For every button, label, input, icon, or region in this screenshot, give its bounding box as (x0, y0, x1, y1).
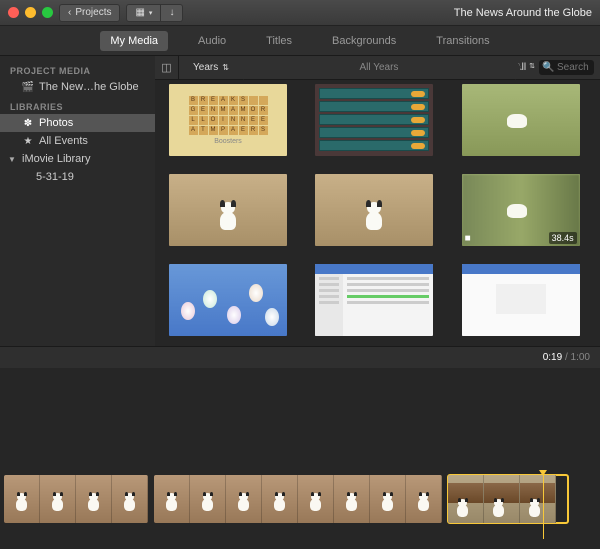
thumbnail-grass-dog[interactable] (462, 84, 580, 156)
close-button[interactable] (8, 7, 19, 18)
tab-titles[interactable]: Titles (256, 31, 302, 51)
tab-transitions[interactable]: Transitions (426, 31, 499, 51)
thumbnail-word-game[interactable]: BREAKS GENMAMOR LLOINNEE ATMPAERS Booste… (169, 84, 287, 156)
library-label: iMovie Library (22, 153, 90, 165)
event-label: 5-31-19 (36, 171, 74, 183)
video-icon: ■ (465, 233, 471, 244)
tab-my-media[interactable]: My Media (100, 31, 168, 51)
tab-audio[interactable]: Audio (188, 31, 236, 51)
sidebar-item-photos[interactable]: ✽ Photos (0, 114, 155, 132)
chevron-down-icon: ⇅ (529, 62, 535, 73)
playhead[interactable] (543, 475, 544, 539)
timeline-track (0, 475, 600, 531)
sidebar-item-event-date[interactable]: 5-31-19 (0, 168, 155, 186)
project-label: The New…he Globe (39, 81, 139, 93)
chevron-left-icon: ‹ (68, 7, 71, 18)
clapboard-icon: 🎬 (22, 81, 34, 93)
scope-label: All Years (360, 62, 399, 73)
flower-icon: ✽ (22, 117, 34, 129)
sidebar: PROJECT MEDIA 🎬 The New…he Globe LIBRARI… (0, 56, 155, 346)
tab-backgrounds[interactable]: Backgrounds (322, 31, 406, 51)
duration-badge: 38.4s (549, 232, 577, 244)
panel-icon: ◫ (161, 61, 171, 74)
sidebar-toggle-button[interactable]: ◫ (155, 56, 179, 79)
thumbnail-settings-app-2[interactable] (462, 264, 580, 336)
sort-icon: ⇅ (222, 63, 229, 72)
clip-1[interactable] (4, 475, 148, 523)
minimize-button[interactable] (25, 7, 36, 18)
main-area: PROJECT MEDIA 🎬 The New…he Globe LIBRARI… (0, 56, 600, 346)
filter-bar: ◫ Years ⇅ All Years All ⇅ 🔍 (155, 56, 600, 80)
tile-grid: BREAKS GENMAMOR LLOINNEE ATMPAERS (189, 96, 268, 135)
dropdown-icon: ▾ (149, 9, 153, 17)
media-tabs: My Media Audio Titles Backgrounds Transi… (0, 26, 600, 56)
all-events-label: All Events (39, 135, 88, 147)
grid-icon: ▦ (135, 7, 144, 18)
clip-2[interactable] (154, 475, 442, 523)
sidebar-item-all-events[interactable]: ★ All Events (0, 132, 155, 150)
content-area: ◫ Years ⇅ All Years All ⇅ 🔍 (155, 56, 600, 346)
thumbnail-floor-dog-1[interactable] (169, 174, 287, 246)
photos-label: Photos (39, 117, 73, 129)
current-time: 0:19 (543, 352, 562, 363)
sidebar-item-project[interactable]: 🎬 The New…he Globe (0, 78, 155, 96)
window-title: The News Around the Globe (454, 7, 592, 19)
back-label: Projects (75, 7, 111, 18)
thumbnail-floor-dog-2[interactable] (315, 174, 433, 246)
grid-view-button[interactable]: ▦▾ (126, 4, 161, 22)
timeline[interactable] (0, 368, 600, 549)
star-icon: ★ (22, 135, 34, 147)
group-by-selector[interactable]: Years ⇅ (179, 56, 243, 79)
scope-breadcrumb[interactable]: All Years (243, 56, 515, 79)
group-by-label: Years (193, 62, 218, 73)
import-button[interactable]: ↓ (161, 4, 183, 22)
download-icon: ↓ (169, 7, 174, 18)
maximize-button[interactable] (42, 7, 53, 18)
search-wrap: 🔍 (539, 60, 594, 75)
thumbnail-blur-video[interactable]: ■ 38.4s (462, 174, 580, 246)
clip-3-selected[interactable] (448, 475, 568, 523)
total-time: / 1:00 (562, 352, 590, 363)
disclosure-triangle-icon[interactable]: ▼ (8, 155, 16, 164)
thumbnail-eggs-sky[interactable] (169, 264, 287, 336)
time-indicator: 0:19 / 1:00 (0, 346, 600, 368)
titlebar: ‹ Projects ▦▾ ↓ The News Around the Glob… (0, 0, 600, 26)
search-area: All ⇅ 🔍 (515, 60, 600, 75)
libraries-header: LIBRARIES (0, 96, 155, 114)
thumbnail-game-menu[interactable] (315, 84, 433, 156)
window-controls (8, 7, 53, 18)
search-icon: 🔍 (542, 62, 554, 73)
sidebar-item-imovie-library[interactable]: ▼ iMovie Library (0, 150, 155, 168)
view-mode-group: ▦▾ ↓ (126, 4, 183, 22)
project-media-header: PROJECT MEDIA (0, 60, 155, 78)
media-grid: BREAKS GENMAMOR LLOINNEE ATMPAERS Booste… (155, 80, 600, 346)
back-projects-button[interactable]: ‹ Projects (59, 4, 120, 22)
thumbnail-settings-app-1[interactable] (315, 264, 433, 336)
caption: Boosters (214, 138, 242, 145)
